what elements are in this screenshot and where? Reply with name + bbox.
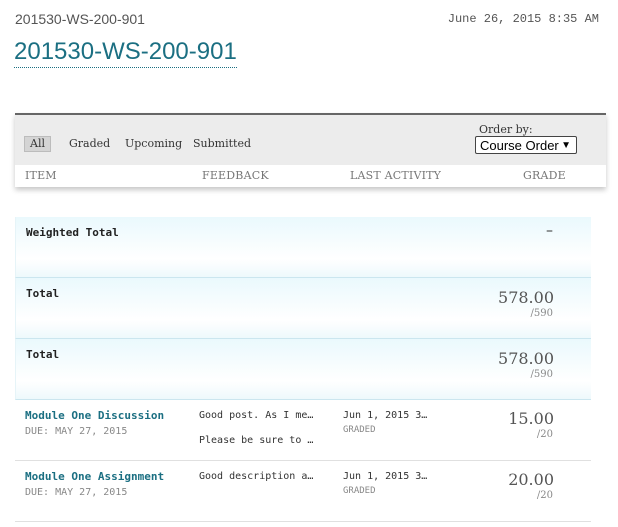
filter-upcoming[interactable]: Upcoming xyxy=(125,137,182,151)
order-select[interactable]: Course Order ▼ xyxy=(475,136,577,154)
item-due-date: DUE: MAY 27, 2015 xyxy=(25,426,128,437)
last-activity-date: Jun 1, 2015 3… xyxy=(343,471,428,482)
item-status: GRADED xyxy=(343,486,376,496)
weighted-total-row: Weighted Total – xyxy=(15,217,591,278)
weighted-total-label: Weighted Total xyxy=(26,226,119,239)
order-by-label: Order by: xyxy=(479,123,533,136)
total-row: Total 578.00 /590 xyxy=(15,339,591,400)
weighted-total-value: – xyxy=(546,223,553,239)
column-header-grade[interactable]: GRADE xyxy=(523,169,566,182)
filter-graded[interactable]: Graded xyxy=(69,137,110,151)
item-name-link[interactable]: Module One Assignment xyxy=(25,470,164,483)
item-grade-max: /20 xyxy=(536,490,553,501)
feedback-text[interactable]: Please be sure to … xyxy=(199,435,313,446)
item-grade-max: /20 xyxy=(536,429,553,440)
item-grade: 20.00 xyxy=(508,470,554,489)
item-status: GRADED xyxy=(343,425,376,435)
total-value: 578.00 xyxy=(498,349,554,368)
filter-all[interactable]: All xyxy=(24,136,51,152)
chevron-down-icon: ▼ xyxy=(561,140,571,151)
column-header-feedback[interactable]: FEEDBACK xyxy=(202,169,269,182)
grade-item-row[interactable]: Module One Assignment DUE: MAY 27, 2015 … xyxy=(15,461,591,522)
feedback-text[interactable]: Good post. As I me… xyxy=(199,410,313,421)
filter-bar: All Graded Upcoming Submitted Order by: … xyxy=(15,115,606,165)
last-activity-date: Jun 1, 2015 3… xyxy=(343,410,428,421)
filter-panel: All Graded Upcoming Submitted Order by: … xyxy=(15,113,606,187)
item-grade: 15.00 xyxy=(508,409,554,428)
column-header-item[interactable]: ITEM xyxy=(25,169,57,182)
date-time: June 26, 2015 8:35 AM xyxy=(447,12,599,26)
total-row: Total 578.00 /590 xyxy=(15,278,591,339)
filter-submitted[interactable]: Submitted xyxy=(193,137,251,151)
order-select-value: Course Order xyxy=(480,138,559,153)
feedback-text[interactable]: Good description a… xyxy=(199,471,313,482)
total-max: /590 xyxy=(530,369,553,380)
total-label: Total xyxy=(26,348,60,361)
total-value: 578.00 xyxy=(498,288,554,307)
item-due-date: DUE: MAY 27, 2015 xyxy=(25,487,128,498)
column-header-last-activity[interactable]: LAST ACTIVITY xyxy=(350,169,441,182)
grade-item-row[interactable]: Module One Discussion DUE: MAY 27, 2015 … xyxy=(15,400,591,461)
total-max: /590 xyxy=(530,308,553,319)
page-title[interactable]: 201530-WS-200-901 xyxy=(14,37,237,68)
total-label: Total xyxy=(26,287,60,300)
item-name-link[interactable]: Module One Discussion xyxy=(25,409,164,422)
course-code: 201530-WS-200-901 xyxy=(15,11,145,27)
